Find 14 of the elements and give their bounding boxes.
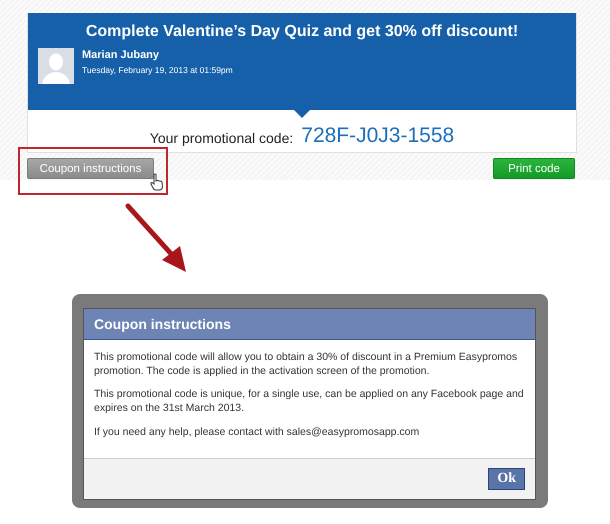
instructions-button[interactable]: Coupon instructions (27, 158, 154, 179)
dialog-text: This promotional code will allow you to obtain a 30% of discount in a Premium Easypromos promotion. The code is applied in the activation screen of the promotion. (94, 351, 518, 378)
dialog-title: Coupon instructions (84, 309, 535, 340)
print-button[interactable]: Print code (493, 158, 575, 179)
hand-cursor-icon (150, 173, 164, 191)
avatar-icon (38, 48, 74, 84)
promo-code: 728F-J0J3-1558 (301, 124, 454, 148)
author-name: Marian Jubany (82, 49, 160, 61)
dialog-text: This promotional code is unique, for a single use, can be applied on any Facebook page and expires on the 31st March 2013. (94, 388, 525, 416)
promo-title: Complete Valentine’s Day Quiz and get 30% off discount! (84, 23, 520, 41)
ok-button[interactable]: Ok (488, 468, 525, 490)
code-label: Your promotional code: (150, 130, 294, 146)
post-date: Tuesday, February 19, 2013 at 01:59pm (82, 65, 233, 75)
dialog-text: If you need any help, please contact with sales@easypromosapp.com (94, 426, 420, 440)
